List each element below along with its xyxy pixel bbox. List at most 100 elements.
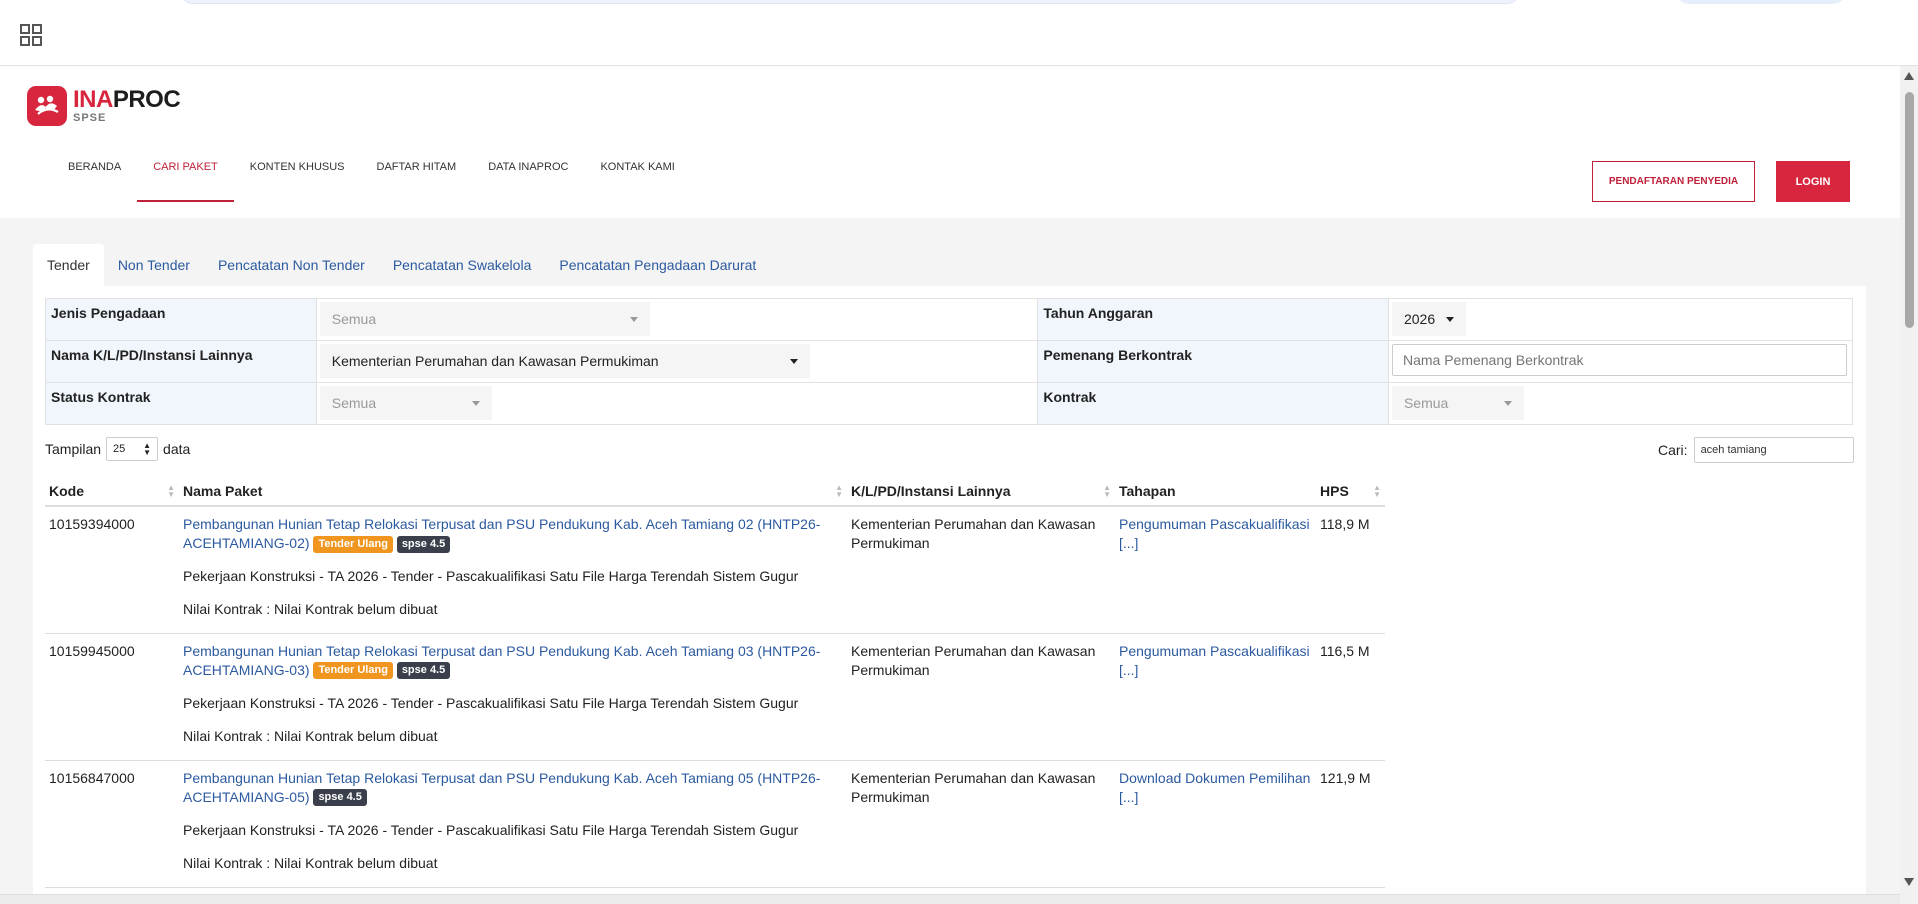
row-nama-paket: Pembangunan Hunian Tetap Relokasi Terpus…	[179, 760, 847, 888]
row-tahapan: Pengumuman Pascakualifikasi [...]	[1115, 506, 1316, 634]
kontrak-value: Semua	[1403, 395, 1449, 411]
instansi-select[interactable]: Kementerian Perumahan dan Kawasan Permuk…	[319, 344, 810, 378]
tab-pencatatan-pengadaan-darurat[interactable]: Pencatatan Pengadaan Darurat	[545, 244, 770, 286]
sort-icon: ▲ ▼	[167, 483, 175, 499]
row-hps: 118,9 M	[1316, 506, 1385, 634]
address-bar[interactable]	[180, 0, 1520, 4]
tab-pencatatan-swakelola[interactable]: Pencatatan Swakelola	[379, 244, 546, 286]
paket-description: Pekerjaan Konstruksi - TA 2026 - Tender …	[183, 568, 799, 584]
caret-down-icon	[1503, 400, 1512, 406]
main-nav: BERANDA CARI PAKET KONTEN KHUSUS DAFTAR …	[52, 154, 691, 204]
instansi-label: Nama K/L/PD/Instansi Lainnya	[45, 340, 317, 383]
row-nama-paket: Pembangunan Hunian Tetap Relokasi Terpus…	[179, 633, 847, 761]
spse-badge: spse 4.5	[396, 662, 451, 680]
row-nama-paket: Pembangunan Hunian Tetap Relokasi Terpus…	[179, 506, 847, 634]
tender-panel: Jenis Pengadaan Semua Tahun Anggaran 202…	[33, 286, 1866, 904]
people-logo-icon	[27, 86, 67, 126]
kontrak-select[interactable]: Semua	[1391, 386, 1524, 420]
tender-ulang-badge: Tender Ulang	[313, 535, 393, 553]
sort-icon: ▲ ▼	[835, 483, 843, 499]
jenis-pengadaan-label: Jenis Pengadaan	[45, 298, 317, 341]
paket-link[interactable]: Pembangunan Hunian Tetap Relokasi Terpus…	[183, 770, 820, 805]
tender-table: Kode ▲ ▼ Nama Paket ▲ ▼ K/L/PD/Instansi Lain…	[45, 476, 1385, 888]
row-kode: 10159394000	[45, 506, 179, 634]
row-hps: 116,5 M	[1316, 633, 1385, 761]
spinner-icon: ▲ ▼	[143, 441, 152, 457]
page-scrollbar[interactable]	[1900, 66, 1918, 904]
table-search: Cari:	[1658, 437, 1854, 463]
show-prefix: Tampilan	[45, 441, 102, 457]
tahapan-link[interactable]: Pengumuman Pascakualifikasi [...]	[1119, 516, 1310, 551]
pemenang-label: Pemenang Berkontrak	[1037, 340, 1389, 383]
nav-data-inaproc[interactable]: DATA INAPROC	[472, 154, 584, 204]
nav-konten-khusus[interactable]: KONTEN KHUSUS	[234, 154, 361, 204]
nav-kontak-kami[interactable]: KONTAK KAMI	[584, 154, 690, 204]
tab-pencatatan-non-tender[interactable]: Pencatatan Non Tender	[204, 244, 379, 286]
scroll-up-icon[interactable]	[1904, 72, 1914, 80]
spse-badge: spse 4.5	[396, 535, 451, 553]
row-kode: 10156847000	[45, 760, 179, 888]
row-instansi: Kementerian Perumahan dan Kawasan Permuk…	[847, 633, 1115, 761]
filter-table: Jenis Pengadaan Semua Tahun Anggaran 202…	[45, 298, 1854, 425]
row-tahapan: Download Dokumen Pemilihan [...]	[1115, 760, 1316, 888]
status-kontrak-select[interactable]: Semua	[319, 386, 492, 420]
tahun-anggaran-value: 2026	[1403, 311, 1436, 327]
paket-description: Pekerjaan Konstruksi - TA 2026 - Tender …	[183, 694, 799, 711]
tahapan-link[interactable]: Download Dokumen Pemilihan [...]	[1119, 770, 1310, 805]
inaproc-logo[interactable]: INAPROC SPSE	[27, 86, 181, 126]
main-content: Tender Non Tender Pencatatan Non Tender …	[0, 218, 1900, 904]
tahapan-link[interactable]: Pengumuman Pascakualifikasi [...]	[1119, 643, 1310, 678]
tab-non-tender[interactable]: Non Tender	[104, 244, 204, 286]
grid-icon[interactable]	[20, 24, 42, 46]
col-instansi[interactable]: K/L/PD/Instansi Lainnya ▲ ▼	[847, 476, 1115, 507]
scroll-thumb[interactable]	[1905, 92, 1914, 328]
status-kontrak-label: Status Kontrak	[45, 382, 317, 425]
nav-beranda[interactable]: BERANDA	[52, 154, 137, 204]
jenis-pengadaan-value: Semua	[331, 311, 377, 327]
instansi-value: Kementerian Perumahan dan Kawasan Permuk…	[331, 353, 659, 369]
page-length-value: 25	[113, 443, 126, 455]
tender-ulang-badge: Tender Ulang	[313, 662, 393, 680]
nav-daftar-hitam[interactable]: DAFTAR HITAM	[361, 154, 473, 204]
scroll-down-icon[interactable]	[1904, 878, 1914, 886]
caret-down-icon	[789, 358, 798, 364]
page-length-select[interactable]: 25 ▲ ▼	[106, 437, 159, 461]
col-hps[interactable]: HPS ▲ ▼	[1316, 476, 1385, 507]
table-row: 10159945000 Pembangunan Hunian Tetap Rel…	[45, 633, 1385, 761]
search-input[interactable]	[1693, 437, 1854, 463]
site-header: INAPROC SPSE BERANDA CARI PAKET KONTEN K…	[0, 66, 1900, 218]
row-instansi: Kementerian Perumahan dan Kawasan Permuk…	[847, 760, 1115, 888]
nilai-kontrak: Nilai Kontrak : Nilai Kontrak belum dibu…	[183, 601, 438, 617]
bottom-bar	[0, 894, 1900, 904]
tab-tender[interactable]: Tender	[33, 244, 104, 286]
col-nama-paket[interactable]: Nama Paket ▲ ▼	[179, 476, 847, 507]
jenis-pengadaan-select[interactable]: Semua	[319, 302, 650, 336]
nav-cari-paket[interactable]: CARI PAKET	[137, 154, 234, 202]
top-right-pill[interactable]	[1676, 0, 1846, 4]
row-kode: 10159945000	[45, 633, 179, 761]
sort-icon: ▲ ▼	[1373, 483, 1381, 499]
spse-badge: spse 4.5	[313, 789, 367, 807]
logo-wordmark: INAPROC	[73, 86, 181, 113]
logo-subtitle: SPSE	[73, 112, 107, 124]
show-suffix: data	[163, 441, 191, 457]
kontrak-label: Kontrak	[1037, 382, 1389, 425]
row-tahapan: Pengumuman Pascakualifikasi [...]	[1115, 633, 1316, 761]
register-provider-button[interactable]: PENDAFTARAN PENYEDIA	[1592, 161, 1755, 202]
caret-down-icon	[1445, 316, 1454, 322]
tahun-anggaran-select[interactable]: 2026	[1391, 302, 1466, 336]
pemenang-input[interactable]	[1391, 344, 1847, 376]
col-kode[interactable]: Kode ▲ ▼	[45, 476, 179, 507]
tahun-anggaran-label: Tahun Anggaran	[1037, 298, 1389, 341]
paket-link[interactable]: Pembangunan Hunian Tetap Relokasi Terpus…	[183, 643, 820, 678]
caret-down-icon	[471, 400, 480, 406]
paket-link[interactable]: Pembangunan Hunian Tetap Relokasi Terpus…	[183, 516, 820, 551]
table-row: 10156847000 Pembangunan Hunian Tetap Rel…	[45, 760, 1385, 888]
row-hps: 121,9 M	[1316, 760, 1385, 888]
table-row: 10159394000 Pembangunan Hunian Tetap Rel…	[45, 506, 1385, 634]
status-kontrak-value: Semua	[331, 395, 377, 411]
nilai-kontrak: Nilai Kontrak : Nilai Kontrak belum dibu…	[183, 727, 438, 744]
paket-description: Pekerjaan Konstruksi - TA 2026 - Tender …	[183, 821, 799, 838]
login-button[interactable]: LOGIN	[1776, 161, 1850, 202]
procurement-tabs: Tender Non Tender Pencatatan Non Tender …	[33, 244, 770, 286]
